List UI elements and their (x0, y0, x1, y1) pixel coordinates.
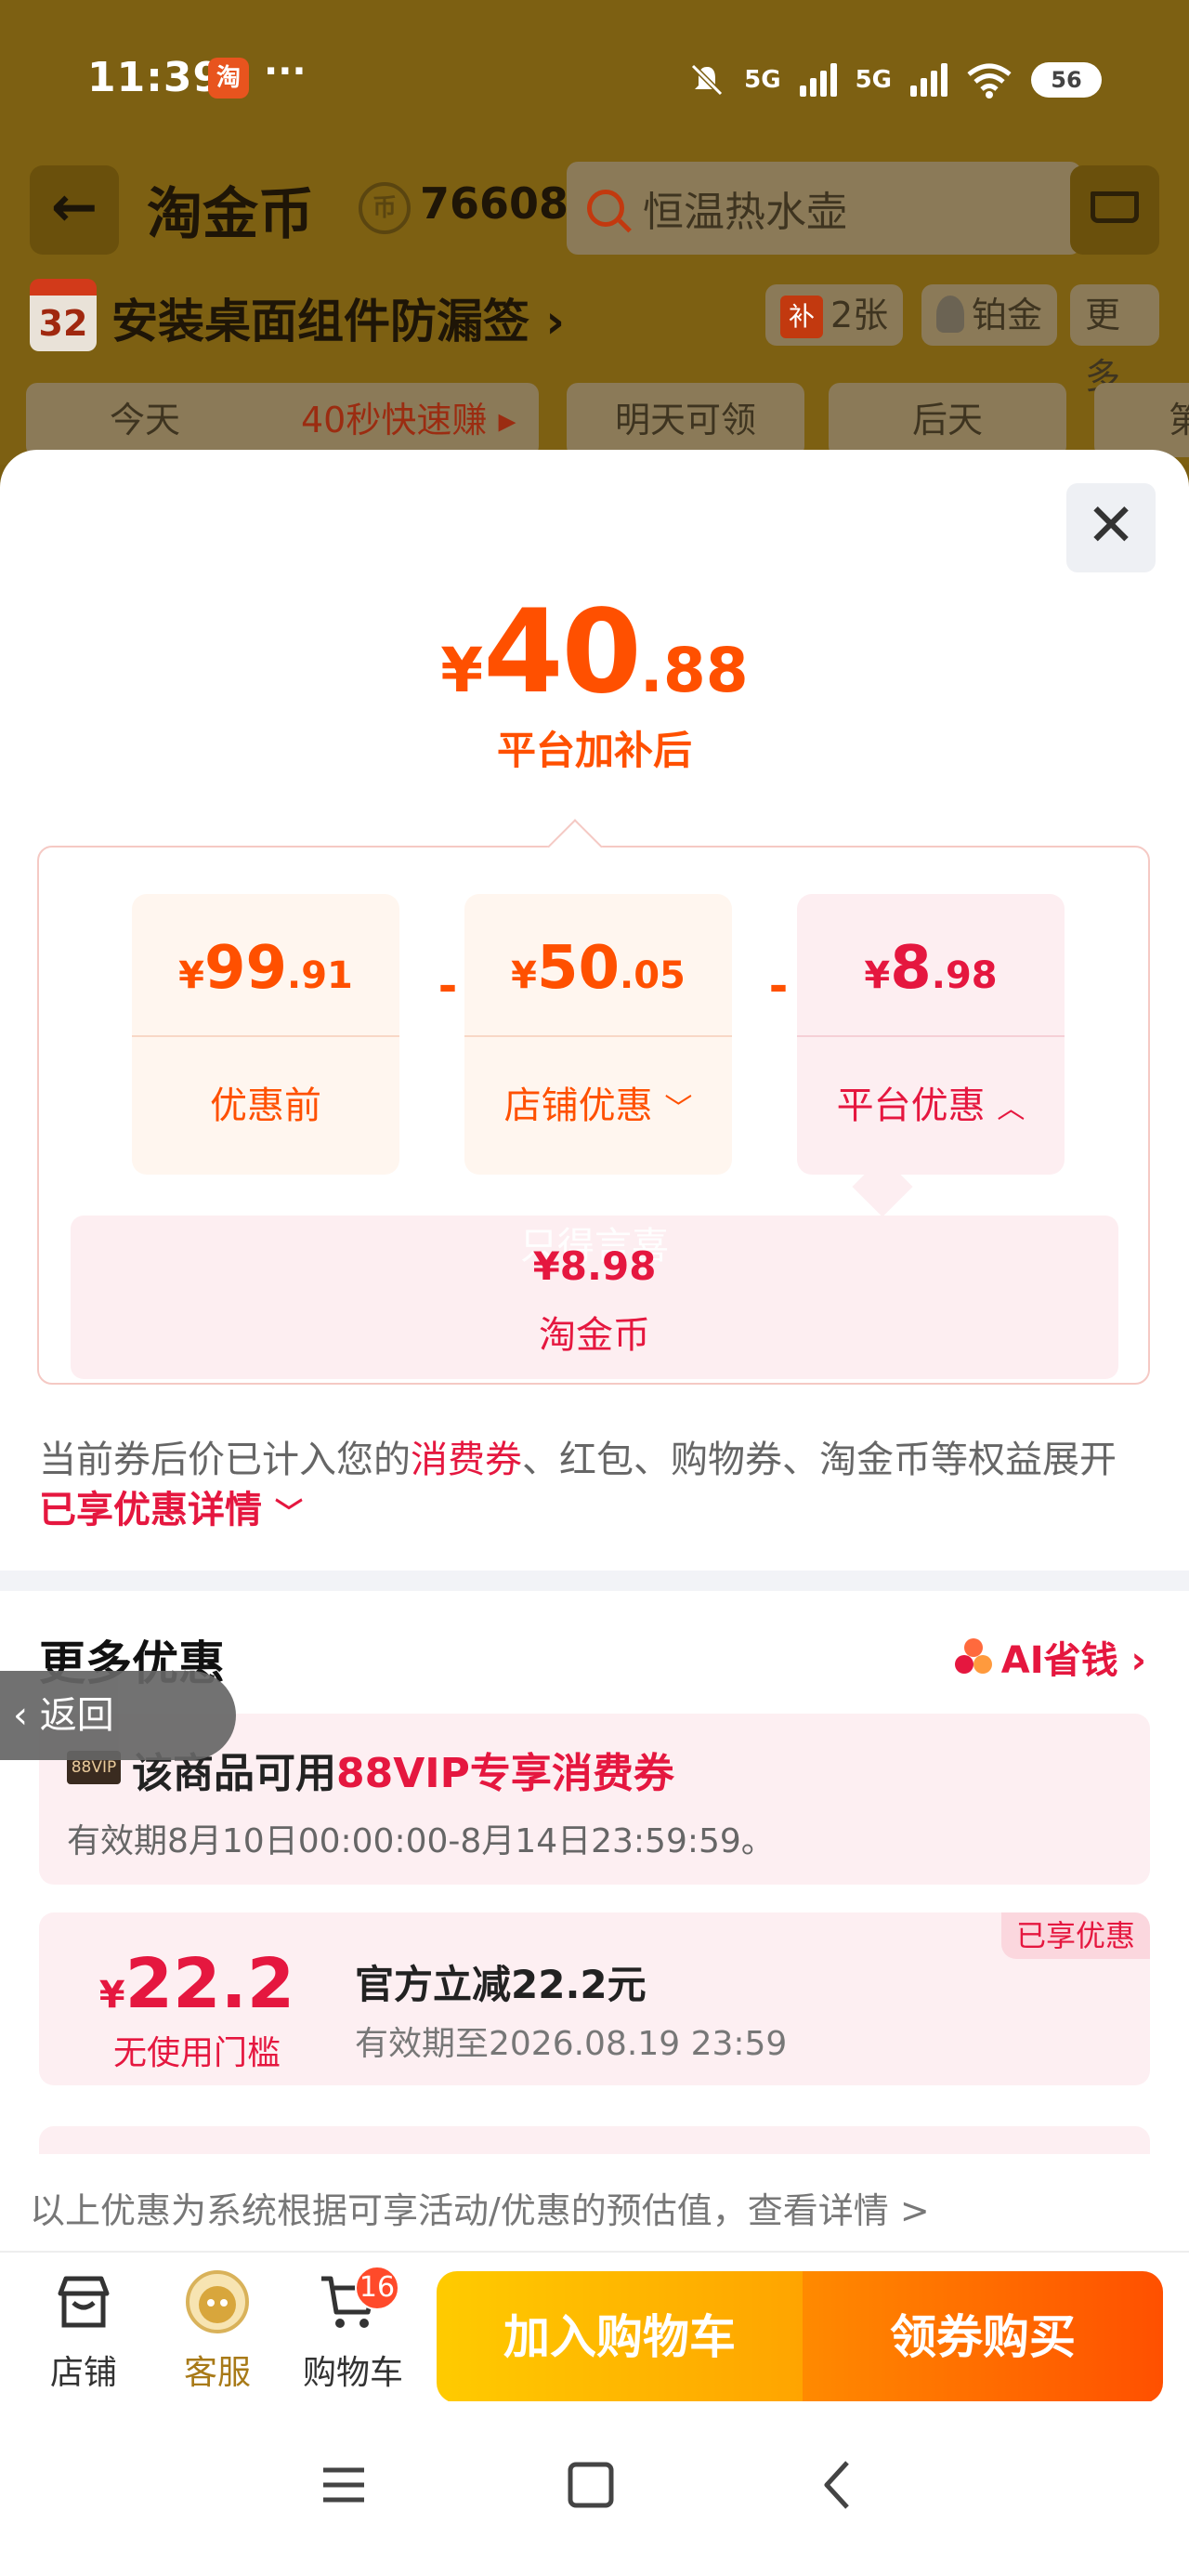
platform-discount-detail: 只得言喜 ¥8.98 淘金币 (71, 1216, 1118, 1379)
customer-service-button[interactable]: 客服 (152, 2253, 282, 2401)
tab-today[interactable]: 今天 40秒快速赚 ▸ (26, 383, 539, 457)
action-bar: 店铺 客服 16 购物车 加入购物车 领券购买 (0, 2253, 1189, 2403)
fast-earn-link[interactable]: 40秒快速赚 ▸ (301, 383, 516, 457)
taobao-notification-icon: 淘 (208, 58, 249, 99)
minus-sign: - (768, 959, 789, 1013)
more-chip[interactable]: 更多 (1070, 284, 1159, 397)
price-notice: 当前券后价已计入您的消费券、红包、购物券、淘金币等权益展开已享优惠详情 ﹀ (39, 1439, 1117, 1531)
tab-day-after[interactable]: 后天 (829, 383, 1066, 457)
service-bot-icon (186, 2270, 249, 2333)
final-price-label: 平台加补后 (496, 728, 692, 773)
coupon-card[interactable]: 已享优惠 ¥22.2 无使用门槛 官方立减22.2元 有效期至2026.08.1… (39, 1912, 1150, 2085)
member-level-chip[interactable]: 铂金 (921, 284, 1058, 346)
search-placeholder: 恒温热水壶 (643, 189, 847, 236)
page-title: 淘金币 (147, 182, 314, 247)
ai-sparkle-icon (954, 1638, 992, 1676)
menu-icon[interactable] (307, 2448, 381, 2522)
card-platform-discount[interactable]: ¥8.98 平台优惠 ︿ (797, 894, 1065, 1175)
coupon-threshold: 无使用门槛 (112, 2034, 281, 2072)
discount-details-link[interactable]: 已享优惠详情 ﹀ (39, 1489, 303, 1531)
back-arrow-icon[interactable]: ← (30, 165, 119, 255)
chevron-up-icon: ︿ (997, 1093, 1026, 1125)
coupon-name: 官方立减22.2元 (355, 1962, 647, 2007)
cart-icon[interactable] (1070, 165, 1159, 255)
close-icon[interactable]: ✕ (1066, 483, 1156, 572)
cart-count-badge: 16 (355, 2266, 399, 2310)
card-store-discount[interactable]: ¥50.05 店铺优惠 ﹀ (464, 894, 732, 1175)
taojinbi-amount: ¥8.98 (532, 1243, 657, 1289)
estimate-footnote[interactable]: 以上优惠为系统根据可享活动/优惠的预估值，查看详情 > (0, 2169, 1189, 2253)
subsidy-icon: 补 (780, 296, 823, 338)
battery-icon: 56 (1031, 62, 1102, 98)
price-breakdown: ¥99.91 优惠前 - ¥50.05 店铺优惠 ﹀ - ¥8.98 平台优惠 … (37, 846, 1150, 1385)
status-time: 11:39 (87, 54, 223, 101)
background-page: 11:39 淘 ··· 5G 5G 56 ← 淘金币 币 76608 恒温热水壶… (0, 0, 1189, 465)
price-detail-sheet: ✕ ¥40.88 平台加补后 ¥99.91 优惠前 - ¥50.05 店铺优惠 … (0, 450, 1189, 2576)
day-tabs: 今天 40秒快速赚 ▸ 明天可领 后天 第 (26, 383, 1189, 457)
taojinbi-label: 淘金币 (539, 1314, 650, 1357)
minus-sign: - (438, 959, 458, 1013)
cart-button[interactable]: 16 购物车 (288, 2253, 418, 2401)
calendar-icon: 32 (30, 279, 97, 351)
signal-1-label: 5G (744, 66, 781, 94)
chevron-down-icon: ﹀ (664, 1093, 693, 1125)
store-button[interactable]: 店铺 (19, 2253, 149, 2401)
store-icon (58, 2276, 110, 2328)
claim-coupon-buy-button[interactable]: 领券购买 (803, 2271, 1163, 2403)
signal-1-bars-icon (799, 63, 837, 97)
status-icons: 5G 5G 56 (688, 54, 1102, 106)
vip-validity: 有效期8月10日00:00:00-8月14日23:59:59。 (67, 1822, 775, 1860)
status-bar: 11:39 淘 ··· 5G 5G 56 (87, 50, 1102, 106)
search-icon (587, 190, 624, 227)
next-coupon-card (39, 2126, 1150, 2154)
more-notifications-icon: ··· (264, 50, 307, 93)
wifi-icon (967, 63, 1012, 99)
chevron-left-icon: ‹ (13, 1694, 28, 1737)
floating-back-button[interactable]: ‹ 返回 (0, 1671, 236, 1760)
final-price: ¥40.88 (440, 585, 749, 719)
trophy-icon (936, 296, 964, 333)
card-original-price: ¥99.91 优惠前 (132, 894, 399, 1175)
promo-row: 32 安装桌面组件防漏签 › 补 2张 铂金 更多 (30, 279, 1159, 397)
search-box[interactable]: 恒温热水壶 (567, 162, 1081, 255)
system-nav-bar (0, 2401, 1189, 2576)
signal-2-bars-icon (910, 63, 947, 97)
add-to-cart-button[interactable]: 加入购物车 (437, 2271, 803, 2403)
mute-icon (691, 63, 724, 97)
home-icon[interactable] (554, 2448, 628, 2522)
coin-count: 76608 (420, 178, 569, 229)
signal-2-label: 5G (855, 66, 892, 94)
ai-save-link[interactable]: AI省钱 › (954, 1630, 1146, 1684)
coupon-count-chip[interactable]: 补 2张 (765, 284, 904, 346)
tab-next[interactable]: 第 (1094, 383, 1189, 457)
applied-badge: 已享优惠 (1000, 1912, 1150, 1959)
coin-icon: 币 (359, 182, 411, 234)
tab-tomorrow[interactable]: 明天可领 (567, 383, 804, 457)
promo-text[interactable]: 安装桌面组件防漏签 › (111, 284, 565, 351)
coupon-validity: 有效期至2026.08.19 23:59 (355, 2025, 788, 2063)
back-icon[interactable] (801, 2448, 875, 2522)
top-bar: ← 淘金币 币 76608 恒温热水壶 (30, 162, 1159, 255)
chevron-down-icon: ﹀ (274, 1497, 303, 1530)
coupon-value: ¥22.2 (98, 1944, 295, 2024)
section-divider (0, 1571, 1189, 1591)
